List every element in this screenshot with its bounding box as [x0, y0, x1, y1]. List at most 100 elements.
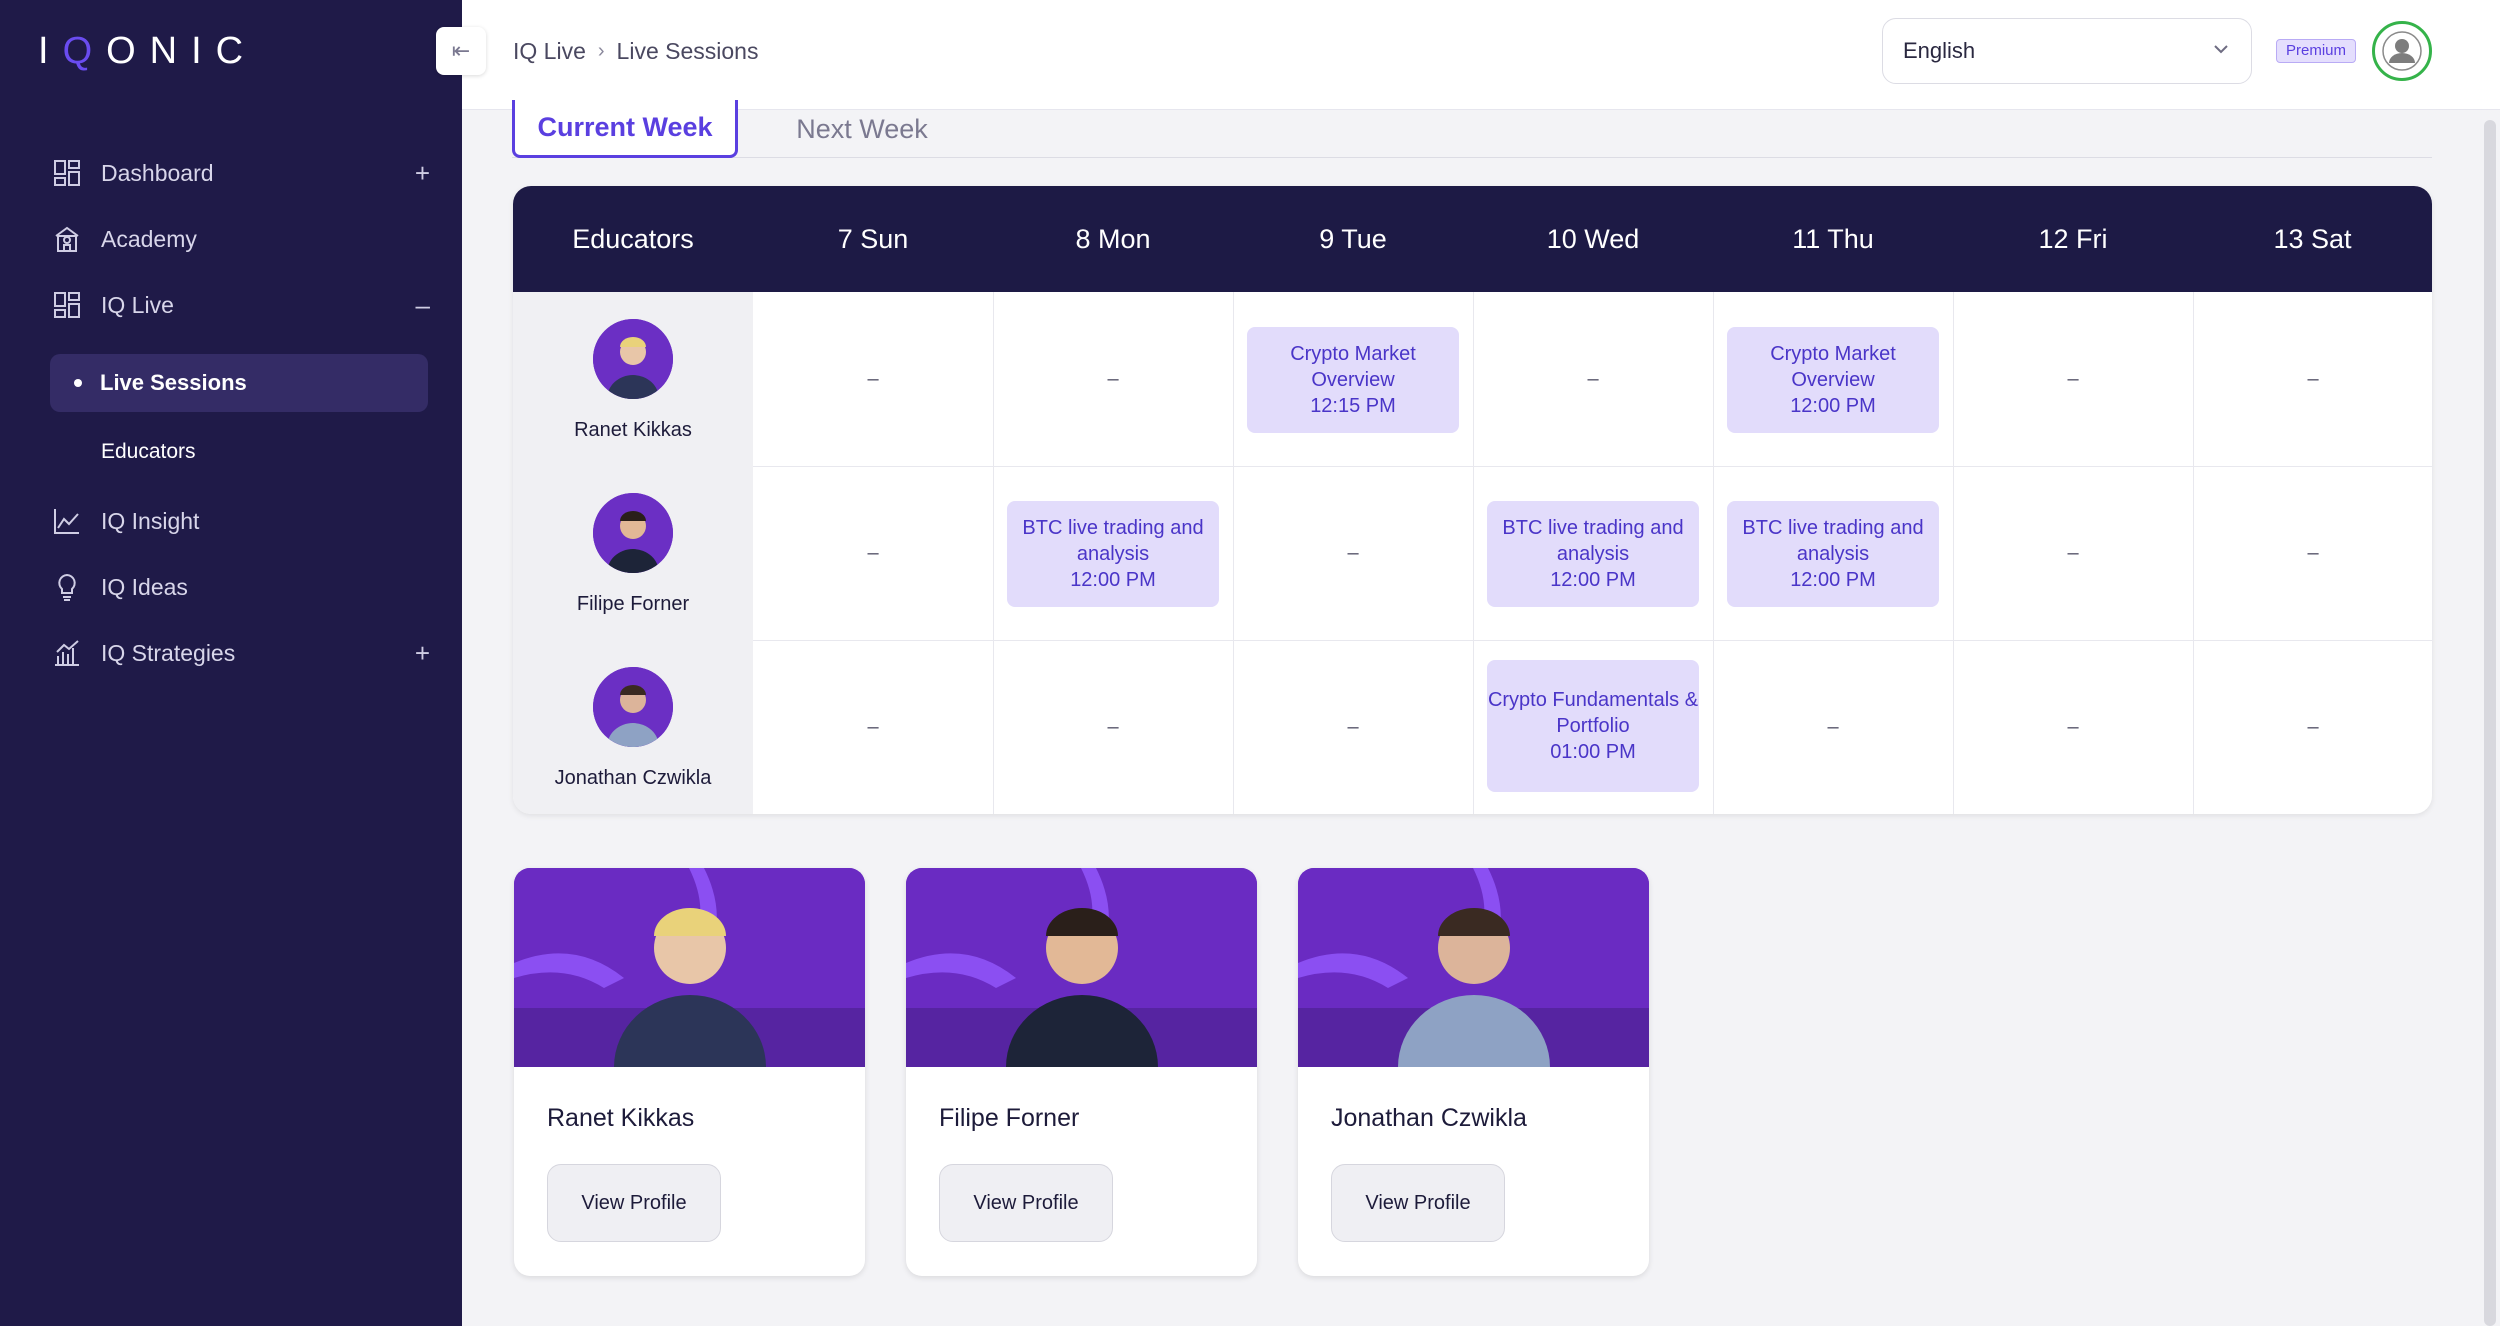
educator-card-name: Ranet Kikkas [547, 1104, 695, 1132]
empty-cell: – [867, 542, 879, 564]
row-divider [753, 640, 2432, 641]
column-header: 11 Thu [1792, 223, 1874, 254]
chevron-right-icon: › [597, 40, 605, 62]
empty-cell: – [1107, 716, 1119, 738]
educator-cell[interactable]: Jonathan Czwikla [513, 667, 753, 790]
educator-avatar [593, 667, 673, 747]
tab-next-week[interactable]: Next Week [762, 100, 962, 158]
educator-card: Filipe Forner View Profile [906, 868, 1257, 1276]
empty-cell: – [1827, 716, 1839, 738]
tab-current-week[interactable]: Current Week [512, 100, 738, 158]
sidebar-item-label: Dashboard [101, 159, 214, 186]
session-title: Crypto Market Overview [1290, 343, 1416, 391]
column-header: 10 Wed [1546, 223, 1640, 254]
session-card[interactable]: BTC live trading and analysis 12:00 PM [1727, 501, 1939, 607]
premium-badge: Premium [2276, 39, 2357, 63]
sidebar-item-academy[interactable]: Academy [50, 214, 430, 264]
sidebar-item-label: IQ Live [101, 291, 174, 318]
session-title: BTC live trading and analysis [1502, 517, 1684, 565]
educator-card: Ranet Kikkas View Profile [514, 868, 865, 1276]
empty-cell: – [2067, 542, 2079, 564]
educator-avatar [593, 319, 673, 399]
grid-icon [50, 288, 84, 322]
logo-q: Q [62, 30, 107, 72]
line-chart-icon [50, 504, 84, 538]
empty-cell: – [2067, 716, 2079, 738]
empty-cell: – [1347, 716, 1359, 738]
educator-photo [1298, 868, 1649, 1067]
bar-chart-icon [50, 636, 84, 670]
empty-cell: – [2307, 716, 2319, 738]
empty-cell: – [867, 716, 879, 738]
page-scrollbar[interactable] [2484, 120, 2496, 1326]
sidebar-item-iq-live[interactable]: IQ Live – [50, 280, 430, 330]
sidebar-item-dashboard[interactable]: Dashboard + [50, 148, 430, 198]
sidebar-item-iq-insight[interactable]: IQ Insight [50, 496, 430, 546]
educator-card: Jonathan Czwikla View Profile [1298, 868, 1649, 1276]
session-title: Crypto Market Overview [1770, 343, 1896, 391]
empty-cell: – [867, 368, 879, 390]
user-avatar[interactable] [2372, 21, 2432, 81]
empty-cell: – [1347, 542, 1359, 564]
chevron-down-icon [2214, 45, 2228, 54]
row-divider [753, 466, 2432, 467]
column-header: 9 Tue [1319, 223, 1387, 254]
sidebar-subitem-educators[interactable]: Educators [101, 440, 196, 464]
sidebar-item-label: IQ Ideas [101, 573, 188, 600]
educator-name: Jonathan Czwikla [554, 767, 712, 789]
collapse-left-icon: ⇤ [451, 38, 471, 63]
sidebar-subitem-live-sessions[interactable]: Live Sessions [50, 354, 428, 412]
empty-cell: – [2067, 368, 2079, 390]
sidebar-item-label: IQ Insight [101, 507, 200, 534]
language-value: English [1903, 38, 1976, 63]
session-card[interactable]: BTC live trading and analysis 12:00 PM [1487, 501, 1699, 607]
session-title: Crypto Fundamentals & Portfolio [1487, 689, 1699, 737]
session-time: 12:00 PM [1790, 569, 1876, 591]
session-time: 12:15 PM [1310, 395, 1396, 417]
session-time: 01:00 PM [1550, 741, 1636, 763]
educator-name: Ranet Kikkas [574, 419, 692, 441]
sidebar-item-iq-ideas[interactable]: IQ Ideas [50, 562, 430, 612]
session-title: BTC live trading and analysis [1742, 517, 1924, 565]
educator-card-name: Filipe Forner [939, 1104, 1080, 1132]
session-time: 12:00 PM [1070, 569, 1156, 591]
session-card[interactable]: Crypto Fundamentals & Portfolio 01:00 PM [1487, 660, 1699, 792]
brand-logo[interactable]: IQONIC [38, 30, 257, 73]
sidebar-item-label: Academy [101, 225, 197, 252]
educator-cell[interactable]: Filipe Forner [513, 493, 753, 616]
educator-photo [906, 868, 1257, 1067]
educator-name: Filipe Forner [576, 593, 690, 615]
view-profile-button[interactable]: View Profile [1331, 1164, 1505, 1242]
collapse-icon[interactable]: – [416, 290, 430, 321]
schedule-header-row: Educators 7 Sun 8 Mon 9 Tue 10 Wed 11 Th… [513, 186, 2432, 292]
expand-icon[interactable]: + [415, 158, 430, 189]
session-card[interactable]: Crypto Market Overview 12:00 PM [1727, 327, 1939, 433]
collapse-sidebar-button[interactable]: ⇤ [436, 27, 486, 75]
session-card[interactable]: Crypto Market Overview 12:15 PM [1247, 327, 1459, 433]
grid-icon [50, 156, 84, 190]
breadcrumb-item[interactable]: IQ Live [513, 38, 586, 65]
session-time: 12:00 PM [1790, 395, 1876, 417]
logo-part: ONIC [106, 30, 258, 72]
session-card[interactable]: BTC live trading and analysis 12:00 PM [1007, 501, 1219, 607]
view-profile-button[interactable]: View Profile [547, 1164, 721, 1242]
empty-cell: – [2307, 368, 2319, 390]
expand-icon[interactable]: + [415, 638, 430, 669]
sidebar: IQONIC Dashboard + Academy IQ Live – Liv… [0, 0, 462, 1326]
lightbulb-icon [50, 570, 84, 604]
session-title: BTC live trading and analysis [1022, 517, 1204, 565]
sidebar-subitem-label: Live Sessions [100, 370, 247, 395]
column-header: Educators [572, 223, 694, 254]
language-select[interactable]: English [1882, 18, 2252, 84]
session-time: 12:00 PM [1550, 569, 1636, 591]
educator-cell[interactable]: Ranet Kikkas [513, 319, 753, 442]
educator-avatar [593, 493, 673, 573]
sidebar-item-iq-strategies[interactable]: IQ Strategies + [50, 628, 430, 678]
column-header: 7 Sun [837, 223, 909, 254]
column-header: 12 Fri [2038, 223, 2108, 254]
breadcrumb-current: Live Sessions [616, 38, 759, 64]
view-profile-button[interactable]: View Profile [939, 1164, 1113, 1242]
sidebar-item-label: IQ Strategies [101, 639, 236, 666]
empty-cell: – [1107, 368, 1119, 390]
logo-part: I [38, 30, 63, 72]
